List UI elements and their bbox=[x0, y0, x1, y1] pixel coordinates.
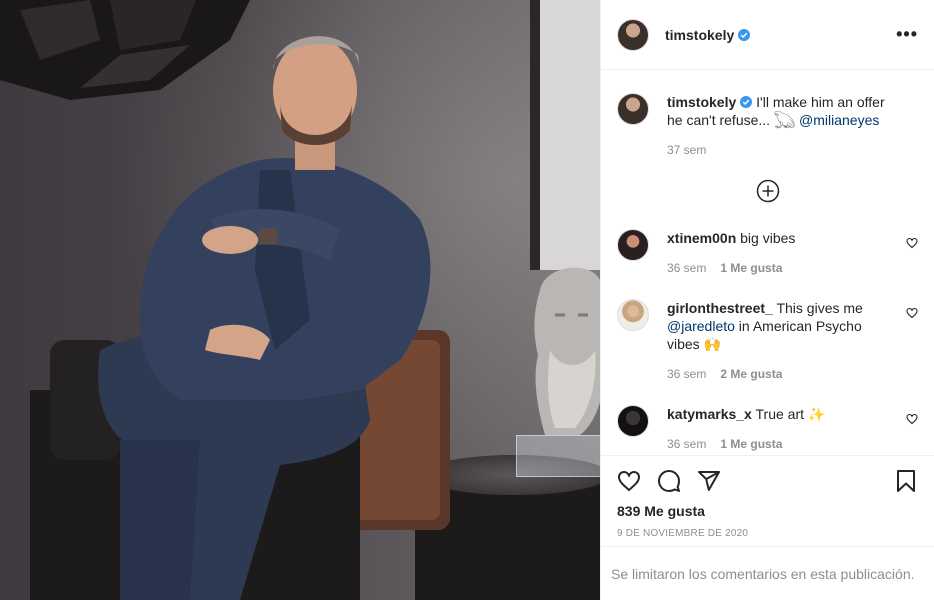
comment-mention-link[interactable]: @jaredleto bbox=[667, 318, 735, 334]
caption-avatar[interactable] bbox=[617, 93, 649, 125]
post-photo[interactable] bbox=[0, 0, 600, 600]
commenter-avatar[interactable] bbox=[617, 405, 649, 437]
post-caption: timstokely I'll make him an offer he can… bbox=[617, 71, 918, 159]
comment-body: girlonthestreet_ This gives me @jaredlet… bbox=[667, 299, 877, 383]
comment-item: xtinem00n big vibes 36 sem 1 Me gusta bbox=[617, 229, 918, 277]
verified-icon bbox=[738, 28, 751, 41]
comment-body: katymarks_x True art ✨ 36 sem 1 Me gusta bbox=[667, 405, 877, 453]
heart-icon[interactable] bbox=[906, 413, 918, 425]
comment-likes[interactable]: 1 Me gusta bbox=[720, 261, 782, 275]
commenter-avatar[interactable] bbox=[617, 229, 649, 261]
caption-username[interactable]: timstokely bbox=[667, 94, 736, 110]
comments-limited-notice: Se limitaron los comentarios en esta pub… bbox=[601, 546, 934, 600]
comments-scroll-area[interactable]: timstokely I'll make him an offer he can… bbox=[601, 71, 934, 455]
post-header: timstokely ••• bbox=[601, 0, 934, 70]
comment-text: This gives me bbox=[776, 300, 863, 316]
heart-icon[interactable] bbox=[906, 237, 918, 249]
photo-window-frame bbox=[530, 0, 540, 270]
bookmark-icon[interactable] bbox=[894, 469, 918, 493]
comment-meta: 36 sem 1 Me gusta bbox=[667, 259, 877, 277]
load-more-comments[interactable] bbox=[617, 179, 918, 203]
comment-time[interactable]: 36 sem bbox=[667, 367, 706, 381]
caption-body: timstokely I'll make him an offer he can… bbox=[667, 93, 897, 159]
caption-time[interactable]: 37 sem bbox=[667, 141, 897, 159]
action-bar bbox=[617, 456, 918, 506]
comment-meta: 36 sem 1 Me gusta bbox=[667, 435, 877, 453]
post-side-panel: timstokely ••• timstokely I'll make him … bbox=[600, 0, 934, 600]
comment-item: katymarks_x True art ✨ 36 sem 1 Me gusta bbox=[617, 405, 918, 453]
verified-icon bbox=[740, 96, 753, 108]
caption-mention-link[interactable]: @milianeyes bbox=[799, 112, 879, 128]
instagram-post-window: timstokely ••• timstokely I'll make him … bbox=[0, 0, 934, 600]
photo-acrylic-plinth bbox=[516, 435, 600, 477]
photo-window bbox=[540, 0, 600, 270]
comment-likes[interactable]: 2 Me gusta bbox=[720, 367, 782, 381]
comment-body: xtinem00n big vibes 36 sem 1 Me gusta bbox=[667, 229, 877, 277]
comment-item: girlonthestreet_ This gives me @jaredlet… bbox=[617, 299, 918, 383]
heart-icon[interactable] bbox=[617, 469, 641, 493]
photo-man-in-suit bbox=[98, 36, 431, 600]
comment-text: True art ✨ bbox=[755, 406, 826, 422]
post-date[interactable]: 9 DE NOVIEMBRE DE 2020 bbox=[617, 528, 918, 539]
share-icon[interactable] bbox=[697, 469, 721, 493]
photo-statue-bust bbox=[534, 267, 600, 435]
load-more-icon[interactable] bbox=[756, 179, 780, 203]
author-username[interactable]: timstokely bbox=[665, 27, 734, 43]
heart-icon[interactable] bbox=[906, 307, 918, 319]
commenter-username[interactable]: xtinem00n bbox=[667, 230, 736, 246]
comment-icon[interactable] bbox=[657, 469, 681, 493]
comment-meta: 36 sem 2 Me gusta bbox=[667, 365, 877, 383]
commenter-avatar[interactable] bbox=[617, 299, 649, 331]
author-avatar[interactable] bbox=[617, 18, 649, 51]
comment-time[interactable]: 36 sem bbox=[667, 437, 706, 451]
post-actions: 839 Me gusta 9 DE NOVIEMBRE DE 2020 bbox=[601, 455, 934, 539]
commenter-username[interactable]: girlonthestreet_ bbox=[667, 300, 773, 316]
commenter-username[interactable]: katymarks_x bbox=[667, 406, 752, 422]
comment-time[interactable]: 36 sem bbox=[667, 261, 706, 275]
more-options-button[interactable]: ••• bbox=[896, 24, 918, 45]
comment-likes[interactable]: 1 Me gusta bbox=[720, 437, 782, 451]
likes-count[interactable]: 839 Me gusta bbox=[617, 503, 918, 519]
comment-text: big vibes bbox=[740, 230, 796, 246]
